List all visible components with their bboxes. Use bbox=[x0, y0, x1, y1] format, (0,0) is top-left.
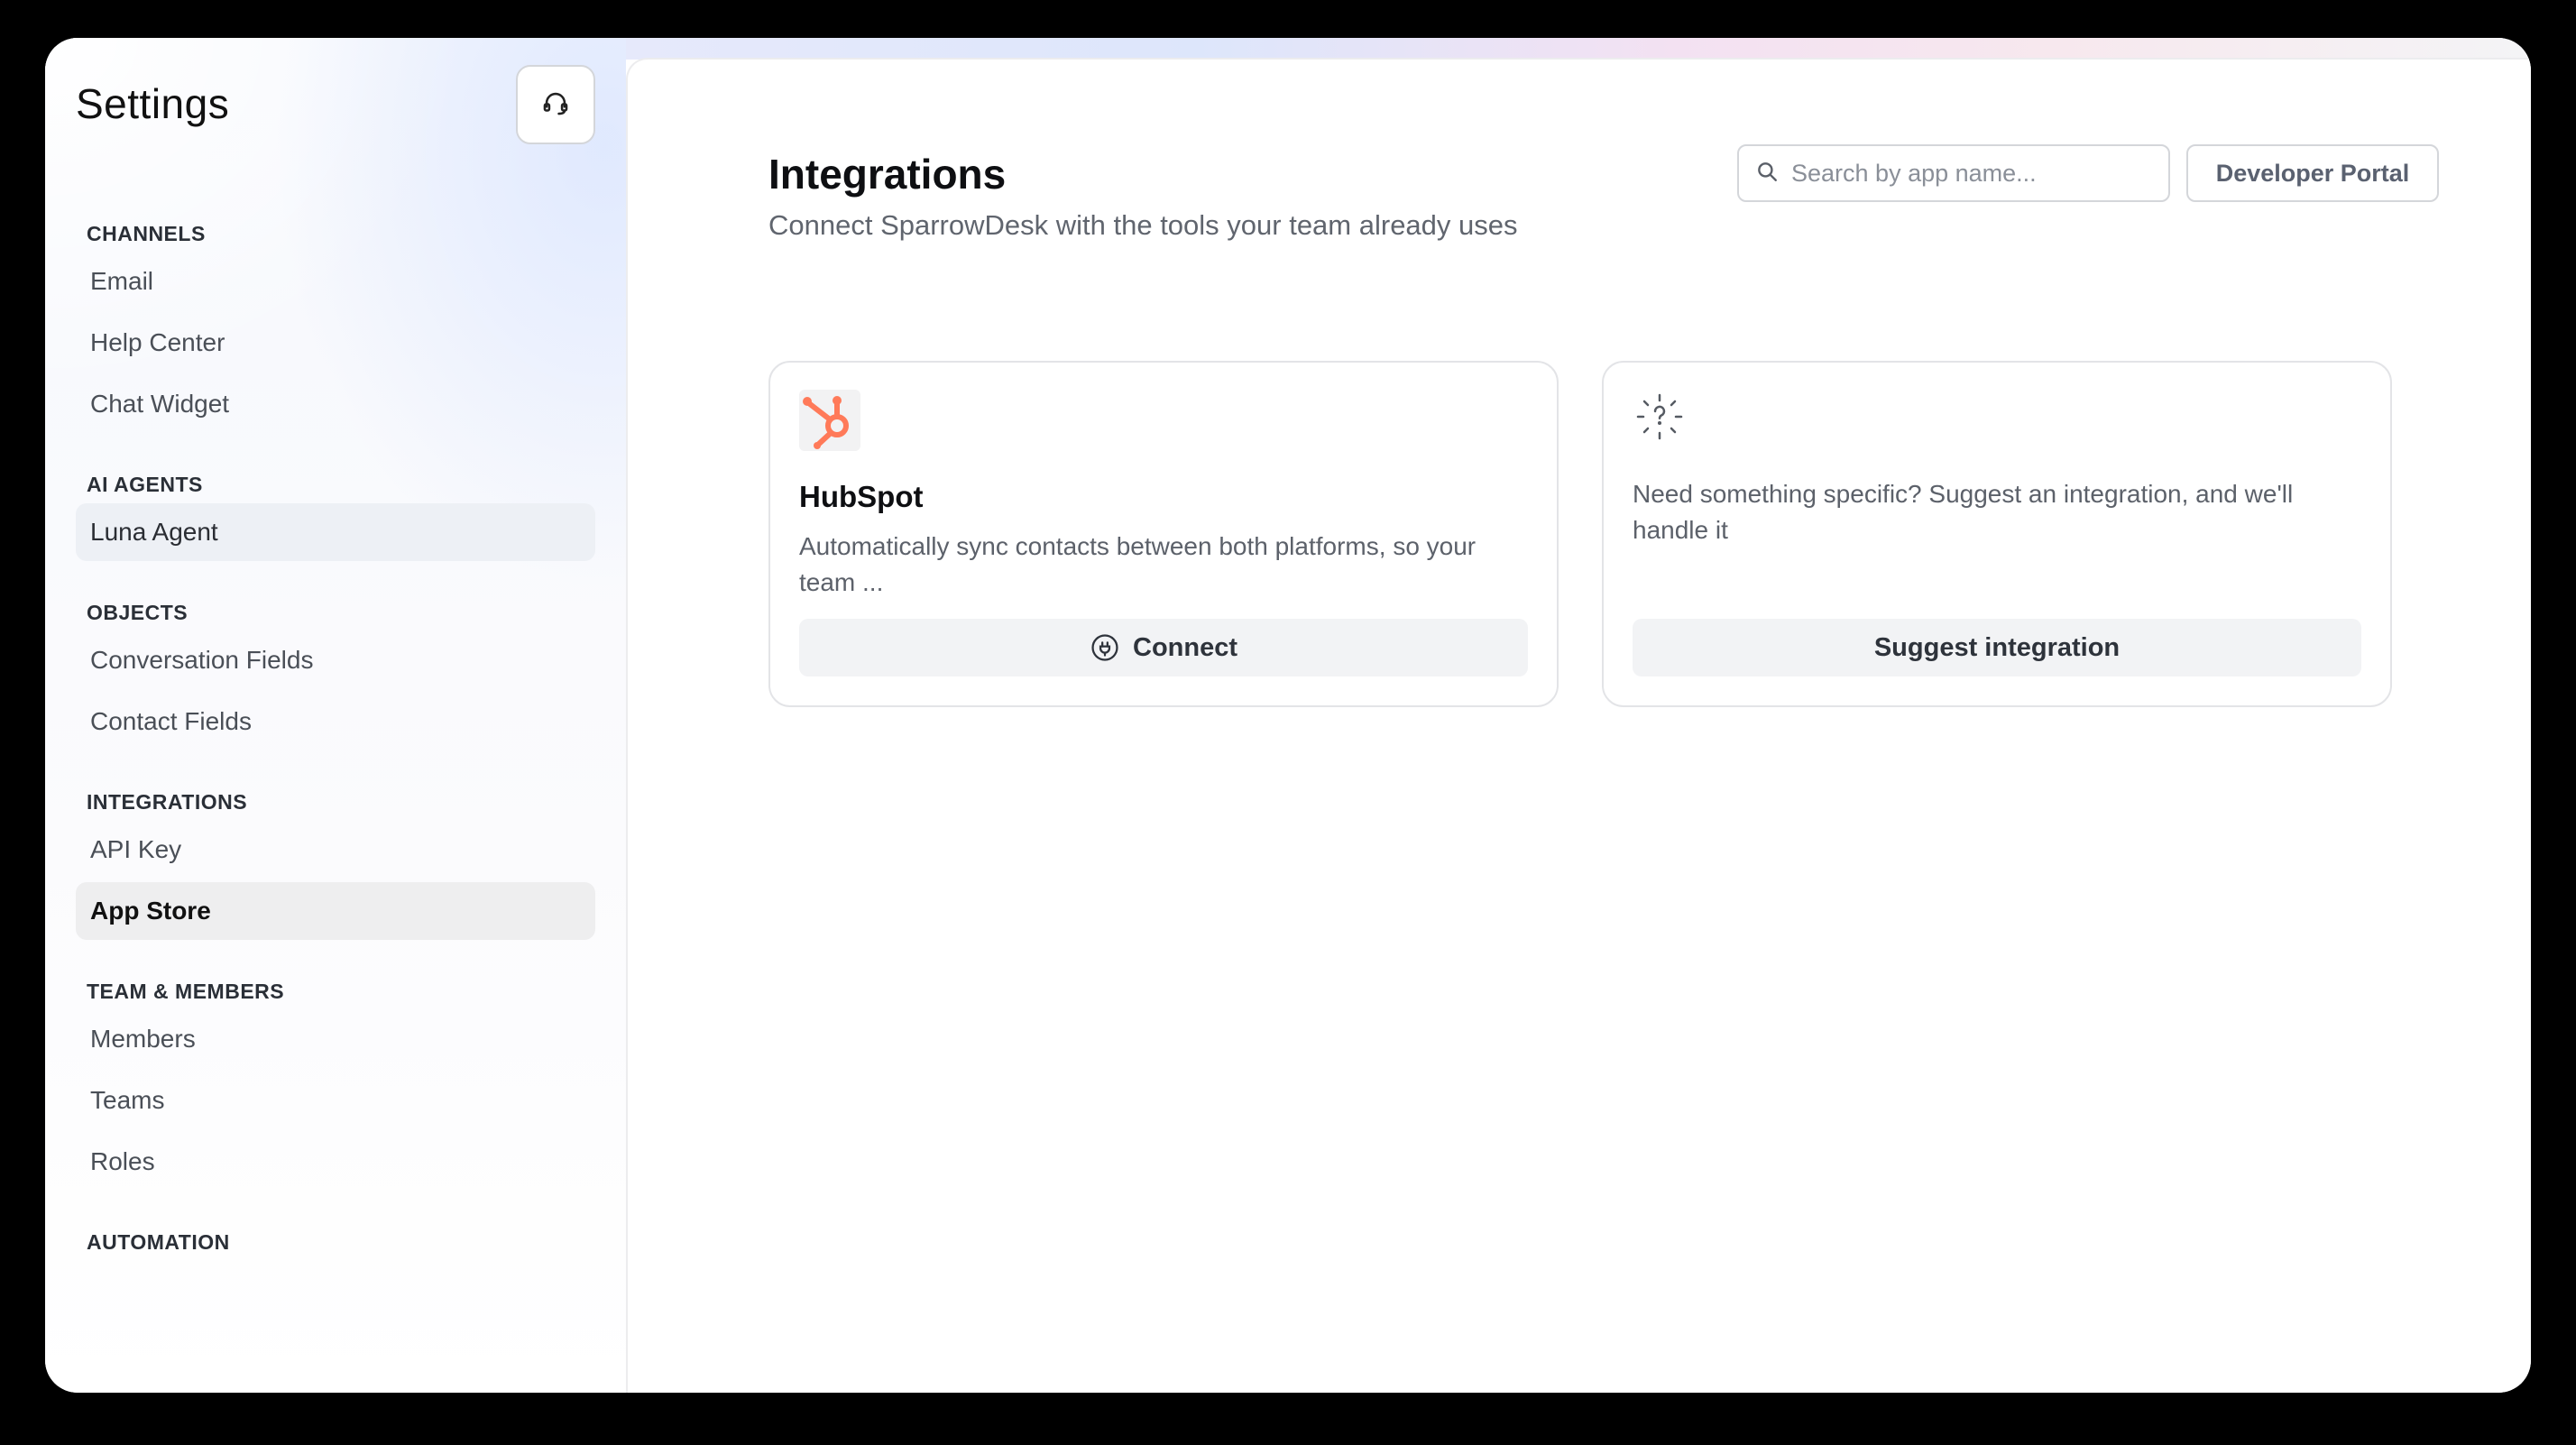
section-label-objects: OBJECTS bbox=[87, 601, 189, 624]
page-title: Integrations bbox=[768, 151, 1007, 198]
sidebar-item-roles[interactable]: Roles bbox=[76, 1133, 595, 1191]
page-subtitle: Connect SparrowDesk with the tools your … bbox=[768, 209, 1518, 241]
search-box[interactable] bbox=[1737, 144, 2170, 202]
sidebar-item-chat-widget[interactable]: Chat Widget bbox=[76, 375, 595, 433]
top-gradient-bar bbox=[626, 38, 2531, 60]
card-title: HubSpot bbox=[799, 480, 924, 513]
card-description: Automatically sync contacts between both… bbox=[799, 532, 1477, 596]
sidebar-item-email[interactable]: Email bbox=[76, 253, 595, 310]
section-label-automation: AUTOMATION bbox=[87, 1230, 230, 1254]
settings-window: Settings CHANNELS Email Help Center Chat… bbox=[45, 38, 2531, 1393]
card-description: Need something specific? Suggest an inte… bbox=[1633, 480, 2294, 544]
sidebar-item-conversation-fields[interactable]: Conversation Fields bbox=[76, 631, 595, 689]
suggest-integration-card: Need something specific? Suggest an inte… bbox=[1602, 361, 2392, 707]
section-label-integrations: INTEGRATIONS bbox=[87, 790, 248, 814]
settings-sidebar: Settings CHANNELS Email Help Center Chat… bbox=[45, 38, 626, 1393]
integration-card-hubspot: HubSpot Automatically sync contacts betw… bbox=[768, 361, 1559, 707]
sidebar-item-api-key[interactable]: API Key bbox=[76, 821, 595, 879]
connect-button-label: Connect bbox=[1133, 632, 1237, 662]
section-label-ai-agents: AI AGENTS bbox=[87, 473, 203, 496]
sidebar-item-contact-fields[interactable]: Contact Fields bbox=[76, 693, 595, 750]
developer-portal-button[interactable]: Developer Portal bbox=[2186, 144, 2439, 202]
section-label-team-members: TEAM & MEMBERS bbox=[87, 980, 285, 1003]
support-button[interactable] bbox=[516, 65, 595, 144]
settings-nav: CHANNELS Email Help Center Chat Widget A… bbox=[76, 218, 595, 1257]
sidebar-item-help-center[interactable]: Help Center bbox=[76, 314, 595, 372]
plug-icon bbox=[1090, 632, 1120, 663]
sidebar-item-members[interactable]: Members bbox=[76, 1010, 595, 1068]
question-sparkle-icon bbox=[1633, 390, 1694, 451]
search-input[interactable] bbox=[1791, 159, 2152, 188]
sidebar-item-app-store[interactable]: App Store bbox=[76, 882, 595, 940]
integrations-panel: Integrations Connect SparrowDesk with th… bbox=[626, 58, 2531, 1393]
headset-icon bbox=[540, 87, 571, 123]
connect-button[interactable]: Connect bbox=[799, 619, 1528, 676]
hubspot-logo-icon bbox=[799, 390, 860, 451]
suggest-integration-button[interactable]: Suggest integration bbox=[1633, 619, 2361, 676]
search-icon bbox=[1755, 160, 1779, 188]
sidebar-title: Settings bbox=[76, 80, 230, 127]
sidebar-item-teams[interactable]: Teams bbox=[76, 1072, 595, 1129]
section-label-channels: CHANNELS bbox=[87, 222, 206, 245]
sidebar-item-luna-agent[interactable]: Luna Agent bbox=[76, 503, 595, 561]
